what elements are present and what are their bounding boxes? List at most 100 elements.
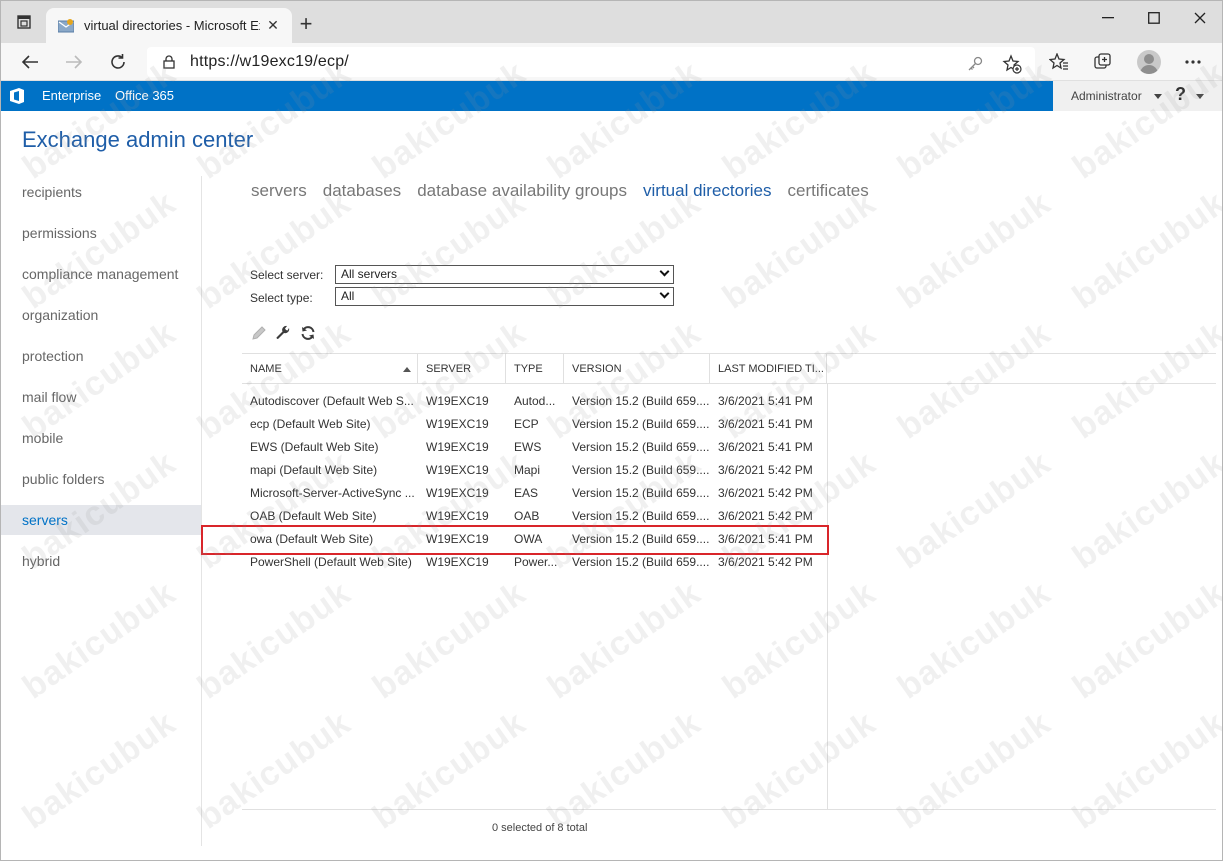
- nav-item-servers[interactable]: servers: [1, 505, 201, 535]
- cell-last-modified: 3/6/2021 5:42 PM: [718, 463, 813, 477]
- tab-databases[interactable]: databases: [323, 181, 401, 201]
- office-logo-icon[interactable]: [9, 87, 25, 105]
- watermark-text: bakicubuk: [890, 183, 1058, 317]
- grid-header: NAME SERVER TYPE VERSION LAST MODIFIED T…: [242, 353, 1216, 384]
- help-icon[interactable]: ?: [1175, 84, 1186, 105]
- nav-item-compliance-management[interactable]: compliance management: [1, 259, 201, 289]
- nav-item-protection[interactable]: protection: [1, 341, 201, 371]
- watermark-text: bakicubuk: [15, 573, 183, 707]
- o365-header-bar: Enterprise Office 365 Administrator ?: [1, 81, 1222, 111]
- help-caret-icon[interactable]: [1196, 94, 1204, 99]
- browser-tab[interactable]: virtual directories - Microsoft Exc ✕: [46, 8, 292, 43]
- cell-type: EAS: [514, 486, 539, 500]
- cell-type: Mapi: [514, 463, 541, 477]
- nav-item-public-folders[interactable]: public folders: [1, 464, 201, 494]
- nav-item-recipients[interactable]: recipients: [1, 177, 201, 207]
- new-tab-icon[interactable]: +: [297, 13, 315, 35]
- column-header-server[interactable]: SERVER: [418, 354, 506, 384]
- column-header-type[interactable]: TYPE: [506, 354, 564, 384]
- enterprise-link[interactable]: Enterprise: [42, 88, 101, 103]
- cell-name: mapi (Default Web Site): [250, 463, 378, 477]
- key-icon[interactable]: [965, 54, 985, 74]
- cell-version: Version 15.2 (Build 659....: [572, 394, 710, 408]
- cell-last-modified: 3/6/2021 5:42 PM: [718, 486, 813, 500]
- tab-title: virtual directories - Microsoft Exc: [84, 18, 260, 33]
- minimize-icon[interactable]: [1088, 5, 1128, 31]
- sort-ascending-icon: [403, 367, 411, 372]
- chevron-down-icon: [659, 266, 670, 277]
- cell-server: W19EXC19: [426, 417, 489, 431]
- back-icon[interactable]: [16, 48, 44, 76]
- browser-window: virtual directories - Microsoft Exc ✕ +: [0, 0, 1223, 861]
- close-window-icon[interactable]: [1180, 5, 1220, 31]
- nav-item-mail-flow[interactable]: mail flow: [1, 382, 201, 412]
- title-bar: virtual directories - Microsoft Exc ✕ +: [1, 1, 1222, 43]
- user-menu-caret-icon[interactable]: [1154, 94, 1162, 99]
- select-server-value: All servers: [341, 267, 398, 281]
- sub-tabs: servers databases database availability …: [251, 181, 885, 201]
- wrench-icon[interactable]: [274, 324, 292, 342]
- user-area: Administrator ?: [1053, 81, 1222, 111]
- cell-name: EWS (Default Web Site): [250, 440, 379, 454]
- cell-server: W19EXC19: [426, 463, 489, 477]
- table-row[interactable]: EWS (Default Web Site) W19EXC19 EWS Version…: [242, 436, 827, 459]
- highlight-annotation: [201, 525, 829, 555]
- grid-column-divider: [827, 384, 828, 810]
- address-bar-row: https://w19exc19/ecp/: [1, 43, 1222, 81]
- tab-database-availability-groups[interactable]: database availability groups: [417, 181, 627, 201]
- refresh-page-icon[interactable]: [104, 48, 132, 76]
- url-text: https://w19exc19/ecp/: [190, 53, 349, 70]
- column-header-name[interactable]: NAME: [242, 354, 418, 384]
- table-row[interactable]: mapi (Default Web Site) W19EXC19 Mapi Versi…: [242, 459, 827, 482]
- cell-server: W19EXC19: [426, 394, 489, 408]
- nav-item-organization[interactable]: organization: [1, 300, 201, 330]
- select-server-dropdown[interactable]: All servers: [335, 265, 674, 284]
- table-row[interactable]: Autodiscover (Default Web S... W19EXC19 Au…: [242, 390, 827, 413]
- tab-virtual-directories[interactable]: virtual directories: [643, 181, 772, 201]
- watermark-text: bakicubuk: [15, 703, 183, 837]
- lock-icon[interactable]: [162, 54, 176, 70]
- pencil-icon[interactable]: [250, 324, 268, 342]
- refresh-icon[interactable]: [299, 324, 317, 342]
- column-header-label: NAME: [250, 363, 282, 375]
- favorites-icon[interactable]: [1048, 51, 1070, 73]
- cell-version: Version 15.2 (Build 659....: [572, 486, 710, 500]
- tab-servers[interactable]: servers: [251, 181, 307, 201]
- nav-item-permissions[interactable]: permissions: [1, 218, 201, 248]
- office365-link[interactable]: Office 365: [115, 88, 174, 103]
- selection-status: 0 selected of 8 total: [492, 822, 588, 834]
- nav-divider: [201, 176, 202, 846]
- nav-item-hybrid[interactable]: hybrid: [1, 546, 201, 576]
- page-title: Exchange admin center: [22, 127, 254, 152]
- watermark-text: bakicubuk: [1065, 183, 1223, 317]
- user-menu[interactable]: Administrator: [1071, 89, 1142, 103]
- watermark-text: bakicubuk: [715, 183, 883, 317]
- cell-version: Version 15.2 (Build 659....: [572, 417, 710, 431]
- cell-server: W19EXC19: [426, 486, 489, 500]
- collections-icon[interactable]: [1092, 51, 1114, 73]
- select-server-label: Select server:: [250, 268, 324, 282]
- table-row[interactable]: ecp (Default Web Site) W19EXC19 ECP Version…: [242, 413, 827, 436]
- forward-icon[interactable]: [60, 48, 88, 76]
- table-row[interactable]: Microsoft-Server-ActiveSync ... W19EXC19 E…: [242, 482, 827, 505]
- cell-type: ECP: [514, 417, 539, 431]
- select-type-dropdown[interactable]: All: [335, 287, 674, 306]
- cell-version: Version 15.2 (Build 659....: [572, 440, 710, 454]
- nav-item-mobile[interactable]: mobile: [1, 423, 201, 453]
- url-field[interactable]: https://w19exc19/ecp/: [147, 47, 1035, 77]
- cell-last-modified: 3/6/2021 5:41 PM: [718, 440, 813, 454]
- cell-name: ecp (Default Web Site): [250, 417, 371, 431]
- column-header-last-modified[interactable]: LAST MODIFIED TI...: [710, 354, 827, 384]
- window-menu-icon[interactable]: [15, 13, 33, 31]
- more-options-icon[interactable]: [1182, 51, 1204, 73]
- close-tab-icon[interactable]: ✕: [266, 17, 280, 33]
- maximize-icon[interactable]: [1134, 5, 1174, 31]
- tab-certificates[interactable]: certificates: [788, 181, 869, 201]
- column-header-version[interactable]: VERSION: [564, 354, 710, 384]
- grid-bottom-border: [242, 809, 1216, 810]
- cell-server: W19EXC19: [426, 440, 489, 454]
- virtual-directories-grid: NAME SERVER TYPE VERSION LAST MODIFIED T…: [242, 353, 1216, 810]
- cell-type: EWS: [514, 440, 542, 454]
- add-favorite-icon[interactable]: [1002, 54, 1022, 74]
- profile-avatar[interactable]: [1137, 50, 1161, 74]
